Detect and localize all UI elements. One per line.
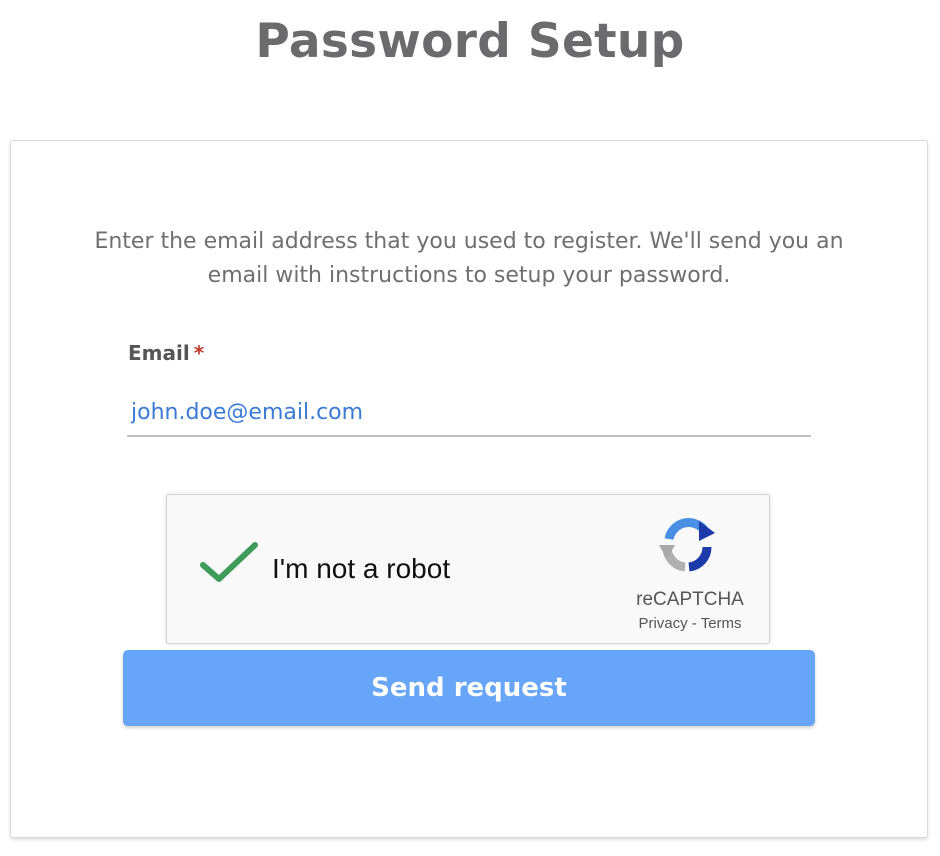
email-input[interactable] — [127, 389, 811, 437]
not-a-robot-label: I'm not a robot — [272, 553, 451, 584]
links-separator: - — [687, 615, 701, 632]
terms-link[interactable]: Terms — [701, 615, 742, 632]
privacy-link[interactable]: Privacy — [638, 615, 687, 632]
send-request-button[interactable]: Send request — [123, 650, 815, 726]
required-marker: * — [193, 341, 205, 365]
checkmark-icon[interactable] — [199, 539, 259, 587]
email-label-text: Email — [128, 341, 190, 365]
page-title: Password Setup — [255, 14, 685, 69]
intro-text: Enter the email address that you used to… — [94, 229, 844, 288]
email-label: Email * — [128, 341, 204, 365]
recaptcha-logo-icon — [655, 513, 721, 579]
recaptcha-widget: I'm not a robot reCAPTCHA Privacy - Term… — [166, 494, 770, 644]
recaptcha-brand: reCAPTCHA — [636, 589, 744, 610]
password-setup-card: Enter the email address that you used to… — [10, 140, 928, 838]
recaptcha-links: Privacy - Terms — [607, 615, 773, 632]
